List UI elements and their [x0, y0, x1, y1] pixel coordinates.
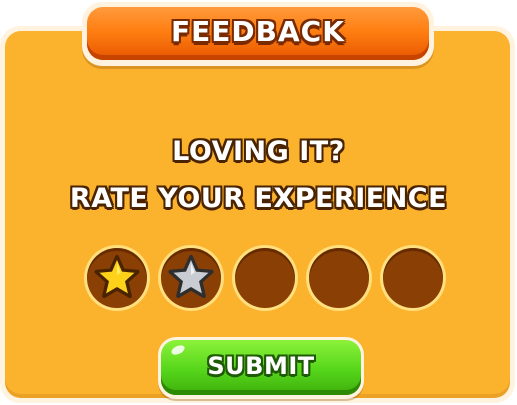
star-slot-hole [309, 248, 369, 308]
star-icon [94, 255, 140, 298]
prompt-question: LOVING IT? [172, 136, 345, 167]
submit-label: SUBMIT [207, 351, 315, 380]
star-slot-hole [235, 248, 295, 308]
star-rating [84, 245, 446, 311]
prompt-instruction: RATE YOUR EXPERIENCE [69, 183, 448, 214]
star-icon [168, 255, 214, 298]
button-gloss [169, 343, 187, 357]
submit-button[interactable]: SUBMIT [158, 337, 364, 399]
submit-button-face: SUBMIT [161, 340, 361, 395]
star-slot-1[interactable] [84, 245, 150, 311]
title-banner: FEEDBACK [82, 2, 434, 66]
star-slot-4[interactable] [306, 245, 372, 311]
star-slot-hole [383, 248, 443, 308]
star-slot-3[interactable] [232, 245, 298, 311]
title-banner-fill: FEEDBACK [87, 7, 429, 60]
star-slot-2[interactable] [158, 245, 224, 311]
dialog-title: FEEDBACK [171, 15, 345, 48]
star-slot-5[interactable] [380, 245, 446, 311]
